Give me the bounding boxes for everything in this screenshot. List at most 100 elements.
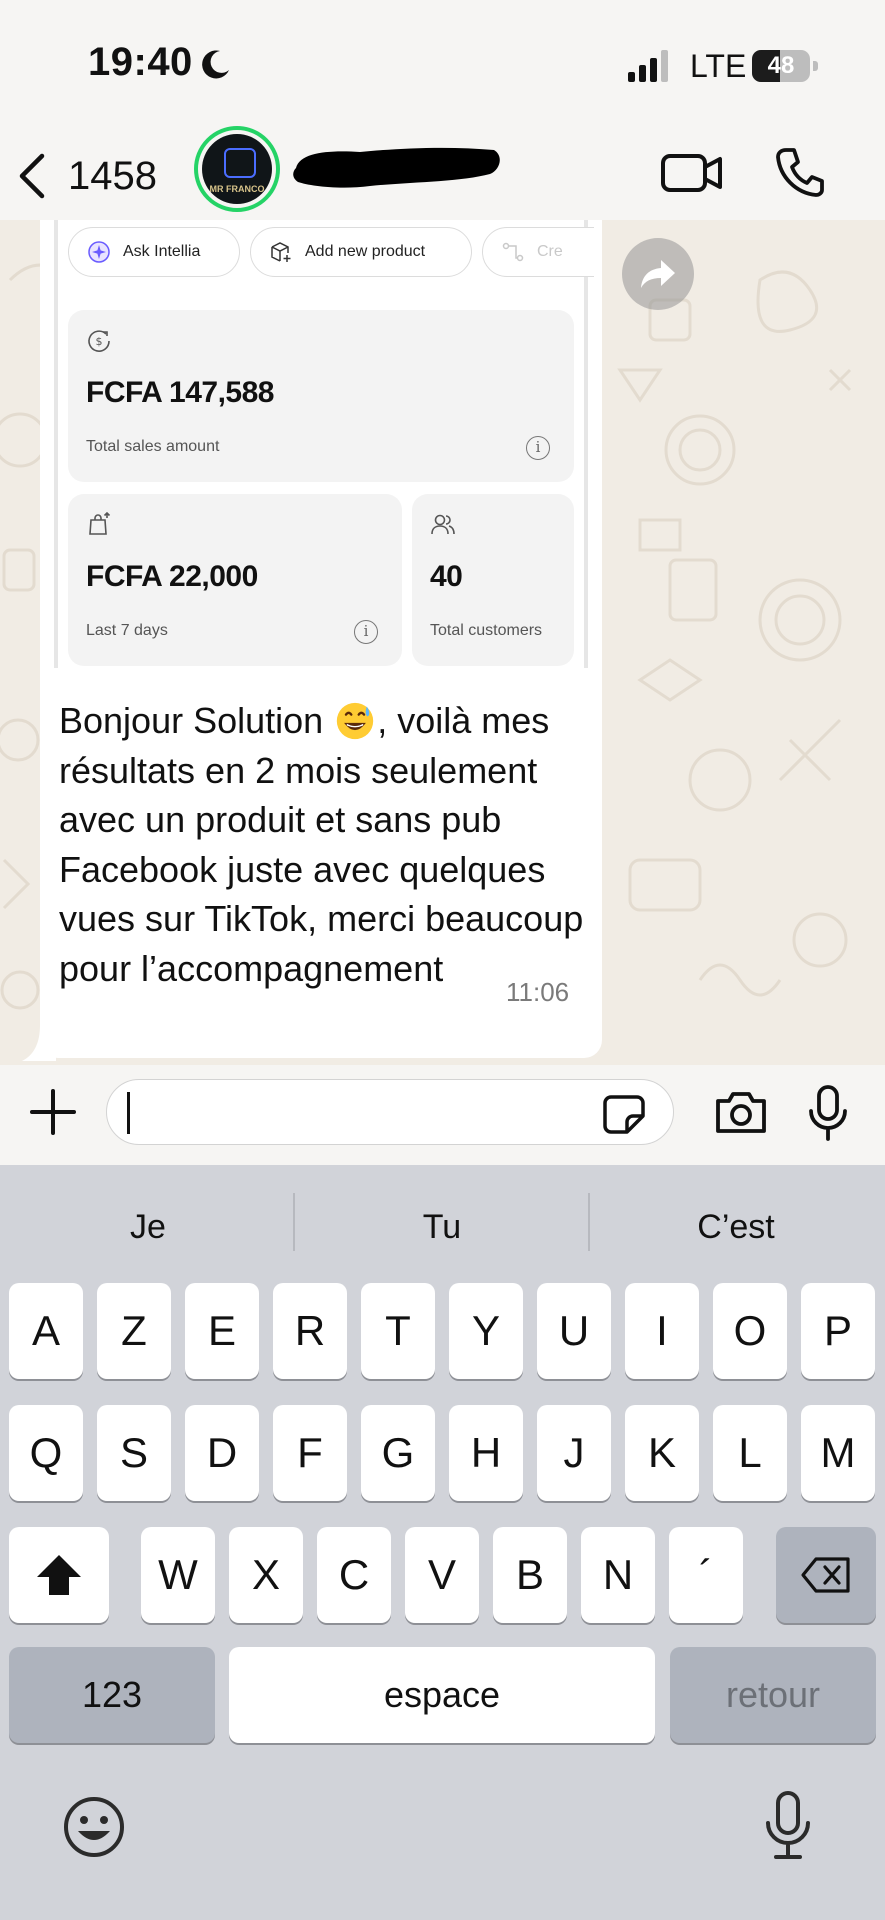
grinning-face-with-sweat-icon (337, 702, 374, 740)
text-caret (127, 1092, 130, 1134)
key-acute-accent[interactable]: ´ (669, 1527, 743, 1623)
suggestion-c-est[interactable]: C’est (596, 1201, 876, 1253)
numbers-key[interactable]: 123 (9, 1647, 215, 1743)
key-y[interactable]: Y (449, 1283, 523, 1379)
status-time: 19:40 (88, 40, 193, 84)
chevron-left-icon (19, 153, 45, 199)
info-icon[interactable]: i (526, 436, 550, 460)
shift-key[interactable] (9, 1527, 109, 1623)
key-r[interactable]: R (273, 1283, 347, 1379)
bag-up-icon (89, 512, 111, 535)
create-label: Cre (537, 243, 563, 260)
message-text-part-2: , voilà mes résultats en 2 mois seulemen… (59, 700, 584, 989)
ask-intellia-label: Ask Intellia (123, 243, 201, 260)
key-q[interactable]: Q (9, 1405, 83, 1501)
sticker-icon[interactable] (603, 1094, 645, 1134)
key-e[interactable]: E (185, 1283, 259, 1379)
info-icon[interactable]: i (354, 620, 378, 644)
message-text-part-1: Bonjour Solution (59, 700, 334, 741)
plus-icon[interactable] (28, 1087, 78, 1137)
key-h[interactable]: H (449, 1405, 523, 1501)
last-7-days-amount: FCFA 22,000 (86, 560, 258, 593)
total-sales-amount: FCFA 147,588 (86, 376, 275, 409)
status-bar: 19:40 LTE 48 (0, 0, 885, 130)
key-c[interactable]: C (317, 1527, 391, 1623)
key-i[interactable]: I (625, 1283, 699, 1379)
last-7-days-label: Last 7 days (86, 622, 168, 639)
back-button[interactable]: 1458 (16, 146, 157, 206)
logo-mark (224, 148, 256, 178)
key-a[interactable]: A (9, 1283, 83, 1379)
delete-icon (801, 1557, 850, 1593)
key-v[interactable]: V (405, 1527, 479, 1623)
shift-icon (37, 1555, 81, 1595)
create-chip[interactable]: Cre (482, 227, 594, 277)
key-p[interactable]: P (801, 1283, 875, 1379)
users-icon (431, 514, 455, 535)
delete-key[interactable] (776, 1527, 876, 1623)
return-key[interactable]: retour (670, 1647, 876, 1743)
total-sales-card: $ FCFA 147,588 Total sales amount i (68, 310, 574, 482)
sparkle-icon (88, 241, 110, 263)
svg-text:$: $ (96, 335, 103, 348)
total-sales-label: Total sales amount (86, 438, 220, 455)
unread-count: 1458 (68, 153, 157, 198)
total-customers-card: 40 Total customers (412, 494, 574, 666)
camera-icon[interactable] (714, 1089, 768, 1135)
key-x[interactable]: X (229, 1527, 303, 1623)
video-call-button[interactable] (660, 150, 724, 196)
key-d[interactable]: D (185, 1405, 259, 1501)
battery-icon: 48 (752, 50, 818, 82)
coin-refresh-icon: $ (88, 330, 110, 352)
signal-icon (628, 50, 668, 82)
key-n[interactable]: N (581, 1527, 655, 1623)
last-7-days-card: FCFA 22,000 Last 7 days i (68, 494, 402, 666)
total-customers-label: Total customers (430, 622, 543, 639)
add-new-product-label: Add new product (305, 243, 426, 260)
ask-intellia-chip[interactable]: Ask Intellia (68, 227, 240, 277)
message-input-bar (0, 1065, 885, 1165)
redacted-contact-name[interactable] (290, 142, 504, 190)
network-type: LTE (690, 48, 747, 84)
flow-icon (502, 242, 524, 262)
key-t[interactable]: T (361, 1283, 435, 1379)
key-f[interactable]: F (273, 1405, 347, 1501)
microphone-icon[interactable] (808, 1085, 848, 1141)
total-customers-count: 40 (430, 560, 463, 593)
avatar-logo-text: MR FRANCO (209, 184, 265, 194)
space-key[interactable]: espace (229, 1647, 655, 1743)
forward-arrow-icon (641, 260, 675, 288)
key-z[interactable]: Z (97, 1283, 171, 1379)
box-add-icon (271, 242, 291, 262)
key-w[interactable]: W (141, 1527, 215, 1623)
key-j[interactable]: J (537, 1405, 611, 1501)
message-field[interactable] (106, 1079, 674, 1145)
chat-header: 1458 MR FRANCO (0, 126, 885, 220)
contact-avatar[interactable]: MR FRANCO (194, 126, 280, 212)
battery-percent: 48 (767, 52, 795, 79)
keyboard: Je Tu C’est A Z E R T Y U I O P Q S D F … (0, 1165, 885, 1920)
message-input[interactable] (125, 1088, 585, 1136)
message-time: 11:06 (506, 977, 570, 1007)
add-new-product-chip[interactable]: Add new product (250, 227, 472, 277)
dictation-icon[interactable] (764, 1791, 812, 1861)
chat-area[interactable]: Ask Intellia Add new product Cre $ FCFA … (0, 220, 885, 1065)
key-k[interactable]: K (625, 1405, 699, 1501)
suggestion-tu[interactable]: Tu (302, 1201, 582, 1253)
attached-screenshot[interactable]: Ask Intellia Add new product Cre $ FCFA … (48, 220, 594, 668)
phone-call-button[interactable] (774, 146, 824, 198)
key-u[interactable]: U (537, 1283, 611, 1379)
key-s[interactable]: S (97, 1405, 171, 1501)
bubble-tail (22, 1025, 56, 1061)
suggestion-je[interactable]: Je (8, 1201, 288, 1253)
key-g[interactable]: G (361, 1405, 435, 1501)
key-l[interactable]: L (713, 1405, 787, 1501)
key-m[interactable]: M (801, 1405, 875, 1501)
moon-icon (202, 50, 229, 79)
forward-button[interactable] (622, 238, 694, 310)
key-b[interactable]: B (493, 1527, 567, 1623)
message-bubble[interactable]: Ask Intellia Add new product Cre $ FCFA … (40, 220, 602, 1058)
key-o[interactable]: O (713, 1283, 787, 1379)
emoji-icon[interactable] (62, 1795, 126, 1859)
message-text: Bonjour Solution , voilà mes résultats e… (59, 696, 599, 993)
